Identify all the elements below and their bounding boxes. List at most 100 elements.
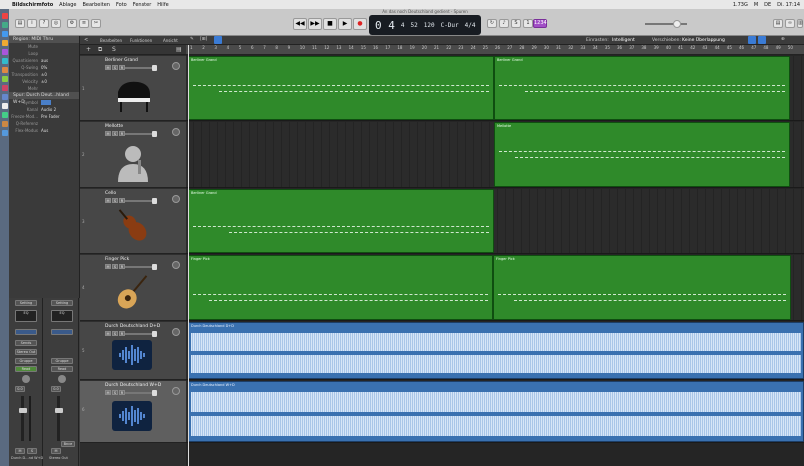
app-icon[interactable]: [1, 121, 8, 127]
track-name[interactable]: Durch Deutschland D+D: [105, 324, 160, 329]
inspector-row[interactable]: Quantisieren aus: [9, 57, 79, 64]
pan-knob[interactable]: [172, 261, 180, 269]
mute-button[interactable]: M: [105, 131, 111, 136]
solo-button[interactable]: S: [112, 390, 118, 395]
track-zoom-icon[interactable]: ▤: [176, 46, 182, 53]
pan-knob[interactable]: [22, 375, 30, 383]
loops-button[interactable]: ∞: [785, 19, 795, 28]
solo-button[interactable]: S: [27, 448, 37, 454]
region-inspector-header[interactable]: Region: MIDI Thru: [9, 36, 79, 43]
app-icon[interactable]: [1, 13, 8, 19]
app-icon[interactable]: [1, 85, 8, 91]
record-button[interactable]: ●: [353, 18, 367, 30]
menu-app[interactable]: Bildschirmfoto: [12, 2, 53, 8]
app-icon[interactable]: [1, 94, 8, 100]
midi-region[interactable]: Finger Pick: [493, 255, 791, 320]
fit-icon[interactable]: [⊞]: [200, 37, 207, 42]
inspector-row[interactable]: Freeze-Mod... Pre Fader: [9, 113, 79, 120]
track-row[interactable]: 6 Durch Deutschland W+D MSR: [80, 381, 186, 443]
group-button[interactable]: Gruppe: [15, 358, 37, 364]
library-button[interactable]: ▤: [15, 19, 25, 28]
duplicate-track-icon[interactable]: ⧉: [98, 46, 102, 54]
automation-mode[interactable]: Read: [15, 366, 37, 372]
app-icon[interactable]: [1, 58, 8, 64]
back-icon[interactable]: <: [84, 37, 88, 43]
fader-knob[interactable]: [55, 408, 63, 413]
app-icon[interactable]: [1, 112, 8, 118]
mute-button[interactable]: M: [105, 65, 111, 70]
track-name[interactable]: Durch Deutschland W+D: [105, 383, 161, 388]
zoom-icon[interactable]: ⊕: [781, 37, 785, 42]
solo-button[interactable]: S: [112, 131, 118, 136]
solo-button[interactable]: S: [112, 331, 118, 336]
inspector-row[interactable]: Q-Referenz: [9, 120, 79, 127]
browser-button[interactable]: ▥: [797, 19, 803, 28]
inspector-row[interactable]: Symbol: [9, 99, 79, 106]
track-row[interactable]: 2 Mellotte MSR: [80, 122, 186, 188]
track-name[interactable]: Cello: [105, 191, 116, 196]
solo-button[interactable]: S: [112, 198, 118, 203]
notes-button[interactable]: ▤: [773, 19, 783, 28]
menu-bearbeiten[interactable]: Bearbeiten: [82, 2, 109, 8]
midi-region[interactable]: Mellotte: [494, 122, 790, 187]
menu-fenster[interactable]: Fenster: [133, 2, 152, 8]
global-solo-icon[interactable]: S: [112, 46, 116, 53]
mute-button[interactable]: M: [105, 331, 111, 336]
track-volume-slider[interactable]: [125, 266, 155, 268]
cycle-button[interactable]: ↻: [487, 19, 497, 28]
forward-button[interactable]: ▶▶: [308, 18, 322, 30]
audio-region[interactable]: Durch Deutschland D+D: [188, 322, 804, 379]
stop-button[interactable]: ■: [323, 18, 337, 30]
mute-button[interactable]: M: [105, 264, 111, 269]
eq-display[interactable]: EQ: [51, 310, 73, 322]
output-button[interactable]: Stereo Out: [15, 349, 37, 355]
track-volume-slider[interactable]: [125, 133, 155, 135]
pencil-tool-icon[interactable]: ✎: [190, 37, 194, 42]
bounce-button[interactable]: Bnce: [61, 441, 75, 447]
help-button[interactable]: ?: [39, 19, 49, 28]
automation-mode[interactable]: Read: [51, 366, 73, 372]
menu-edit[interactable]: Bearbeiten: [100, 38, 122, 43]
inspector-row[interactable]: Loop: [9, 50, 79, 57]
volume-knob[interactable]: [152, 198, 157, 204]
track-name[interactable]: Berliner Grand: [105, 58, 138, 63]
midi-region[interactable]: Berliner Grand: [188, 56, 494, 120]
track-row[interactable]: 3 Cello MSR: [80, 189, 186, 254]
inspector-row[interactable]: Velocity ±0: [9, 78, 79, 85]
menu-hilfe[interactable]: Hilfe: [157, 2, 168, 8]
cpu-meter[interactable]: 1234: [533, 19, 547, 28]
app-icon[interactable]: [1, 67, 8, 73]
rewind-button[interactable]: ◀◀: [293, 18, 307, 30]
input-slot[interactable]: [15, 329, 37, 335]
mute-button[interactable]: M: [105, 198, 111, 203]
eq-display[interactable]: EQ: [15, 310, 37, 322]
mute-button[interactable]: M: [51, 448, 61, 454]
arrange-area[interactable]: ✎ [⊞] Einrasten: Intelligent Verschieben…: [186, 36, 804, 466]
scissors-icon[interactable]: ✂: [91, 19, 101, 28]
pan-knob[interactable]: [172, 328, 180, 336]
catch-playhead-icon[interactable]: [214, 36, 222, 44]
track-row[interactable]: 5 Durch Deutschland D+D MSR: [80, 322, 186, 380]
waveform-zoom-icon[interactable]: [748, 36, 756, 44]
automation-icon[interactable]: [758, 36, 766, 44]
volume-knob[interactable]: [152, 131, 157, 137]
pan-knob[interactable]: [172, 387, 180, 395]
sends-button[interactable]: Sends: [15, 340, 37, 346]
pan-knob[interactable]: [172, 62, 180, 70]
app-icon[interactable]: [1, 76, 8, 82]
volume-knob[interactable]: [152, 65, 157, 71]
lcd-display[interactable]: 0 4 4 52 120 C-Dur 4/4: [369, 15, 481, 35]
volume-knob[interactable]: [152, 390, 157, 396]
track-volume-slider[interactable]: [125, 392, 155, 394]
setting-button[interactable]: Setting: [51, 300, 73, 306]
play-button[interactable]: ▶: [338, 18, 352, 30]
volume-knob[interactable]: [152, 264, 157, 270]
track-name[interactable]: Finger Pick: [105, 257, 129, 262]
track-row[interactable]: 1 Berliner Grand MSR: [80, 56, 186, 121]
solo-button[interactable]: S: [112, 65, 118, 70]
midi-region[interactable]: Berliner Grand: [188, 189, 494, 253]
midi-region[interactable]: Finger Pick: [188, 255, 493, 320]
input-slot[interactable]: [51, 329, 73, 335]
pan-knob[interactable]: [58, 375, 66, 383]
solo-mode-button[interactable]: S: [511, 19, 521, 28]
